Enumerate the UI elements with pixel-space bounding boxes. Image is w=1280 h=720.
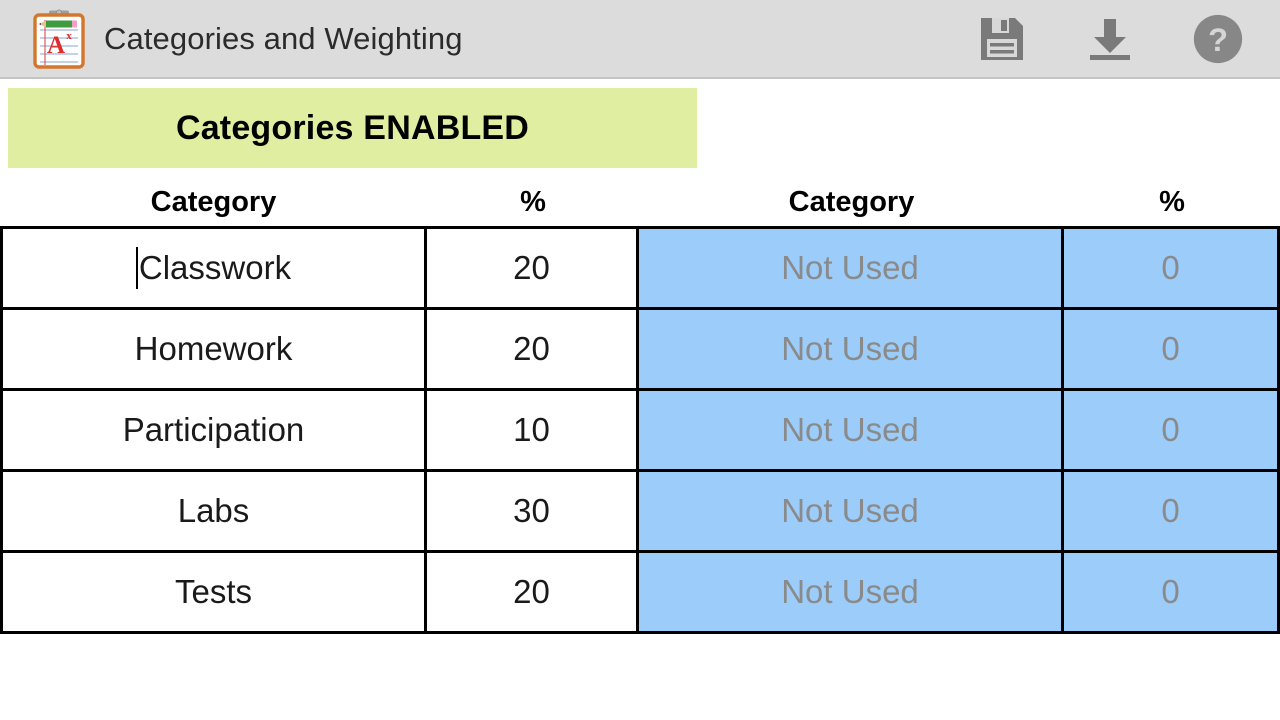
download-arrow-icon (1090, 18, 1130, 60)
column-header-percent-2: % (1159, 185, 1185, 218)
column-header-percent-1: % (520, 185, 546, 218)
column-header-category-1: Category (150, 185, 277, 218)
question-circle-icon: ? (1193, 14, 1243, 63)
save-button[interactable] (976, 13, 1028, 65)
category-input-1[interactable]: Labs (3, 472, 427, 550)
category-input-1[interactable]: Classwork (3, 229, 427, 307)
percent-input-2[interactable]: 0 (1064, 229, 1277, 307)
percent-input-2[interactable]: 0 (1064, 553, 1277, 631)
status-banner[interactable]: Categories ENABLED (8, 88, 697, 168)
svg-text:A: A (47, 32, 65, 59)
table-body: Classwork 20 Not Used 0 Homework 20 Not … (0, 226, 1280, 634)
status-badge: Categories ENABLED (175, 108, 530, 147)
help-button[interactable]: ? (1192, 13, 1244, 65)
percent-input-1[interactable]: 30 (427, 472, 639, 550)
download-button[interactable] (1084, 13, 1136, 65)
percent-value: 20 (513, 249, 550, 286)
category-value: Participation (122, 411, 305, 448)
percent-value-2: 0 (1161, 492, 1180, 529)
percent-input-2[interactable]: 0 (1064, 472, 1277, 550)
category-value-2: Not Used (781, 492, 919, 529)
category-input-2[interactable]: Not Used (639, 553, 1064, 631)
percent-input-2[interactable]: 0 (1064, 310, 1277, 388)
table-header-row: Category % Category % (0, 178, 1280, 226)
category-input-2[interactable]: Not Used (639, 391, 1064, 469)
title-bar: A x Categories and Weighting ? (0, 0, 1280, 79)
category-input-2[interactable]: Not Used (639, 229, 1064, 307)
category-input-1[interactable]: Tests (3, 553, 427, 631)
table-row: Homework 20 Not Used 0 (3, 310, 1277, 391)
categories-table: Category % Category % Classwork 20 Not U… (0, 178, 1280, 634)
floppy-disk-icon (981, 17, 1023, 60)
percent-value-2: 0 (1161, 573, 1180, 610)
percent-value-2: 0 (1161, 249, 1180, 286)
table-row: Tests 20 Not Used 0 (3, 553, 1277, 634)
category-value: Classwork (138, 249, 292, 286)
svg-text:?: ? (1208, 22, 1228, 58)
page-title: Categories and Weighting (104, 20, 463, 56)
category-value: Homework (134, 330, 293, 367)
category-input-1[interactable]: Participation (3, 391, 427, 469)
text-caret (135, 247, 138, 289)
category-input-1[interactable]: Homework (3, 310, 427, 388)
percent-input-1[interactable]: 20 (427, 553, 639, 631)
percent-input-1[interactable]: 10 (427, 391, 639, 469)
category-input-2[interactable]: Not Used (639, 310, 1064, 388)
table-row: Participation 10 Not Used 0 (3, 391, 1277, 472)
percent-value-2: 0 (1161, 411, 1180, 448)
percent-value: 10 (513, 411, 550, 448)
percent-input-1[interactable]: 20 (427, 229, 639, 307)
category-value-2: Not Used (781, 330, 919, 367)
category-value-2: Not Used (781, 573, 919, 610)
svg-text:x: x (66, 30, 72, 42)
category-value: Labs (177, 492, 250, 529)
category-value-2: Not Used (781, 249, 919, 286)
table-row: Labs 30 Not Used 0 (3, 472, 1277, 553)
percent-input-2[interactable]: 0 (1064, 391, 1277, 469)
percent-value: 20 (513, 573, 550, 610)
category-value-2: Not Used (781, 411, 919, 448)
percent-input-1[interactable]: 20 (427, 310, 639, 388)
column-header-category-2: Category (788, 185, 915, 218)
category-value: Tests (174, 573, 253, 610)
table-row: Classwork 20 Not Used 0 (3, 229, 1277, 310)
percent-value: 30 (513, 492, 550, 529)
percent-value: 20 (513, 330, 550, 367)
clipboard-grade-icon: A x (33, 9, 85, 69)
toolbar: ? (976, 13, 1244, 65)
percent-value-2: 0 (1161, 330, 1180, 367)
category-input-2[interactable]: Not Used (639, 472, 1064, 550)
